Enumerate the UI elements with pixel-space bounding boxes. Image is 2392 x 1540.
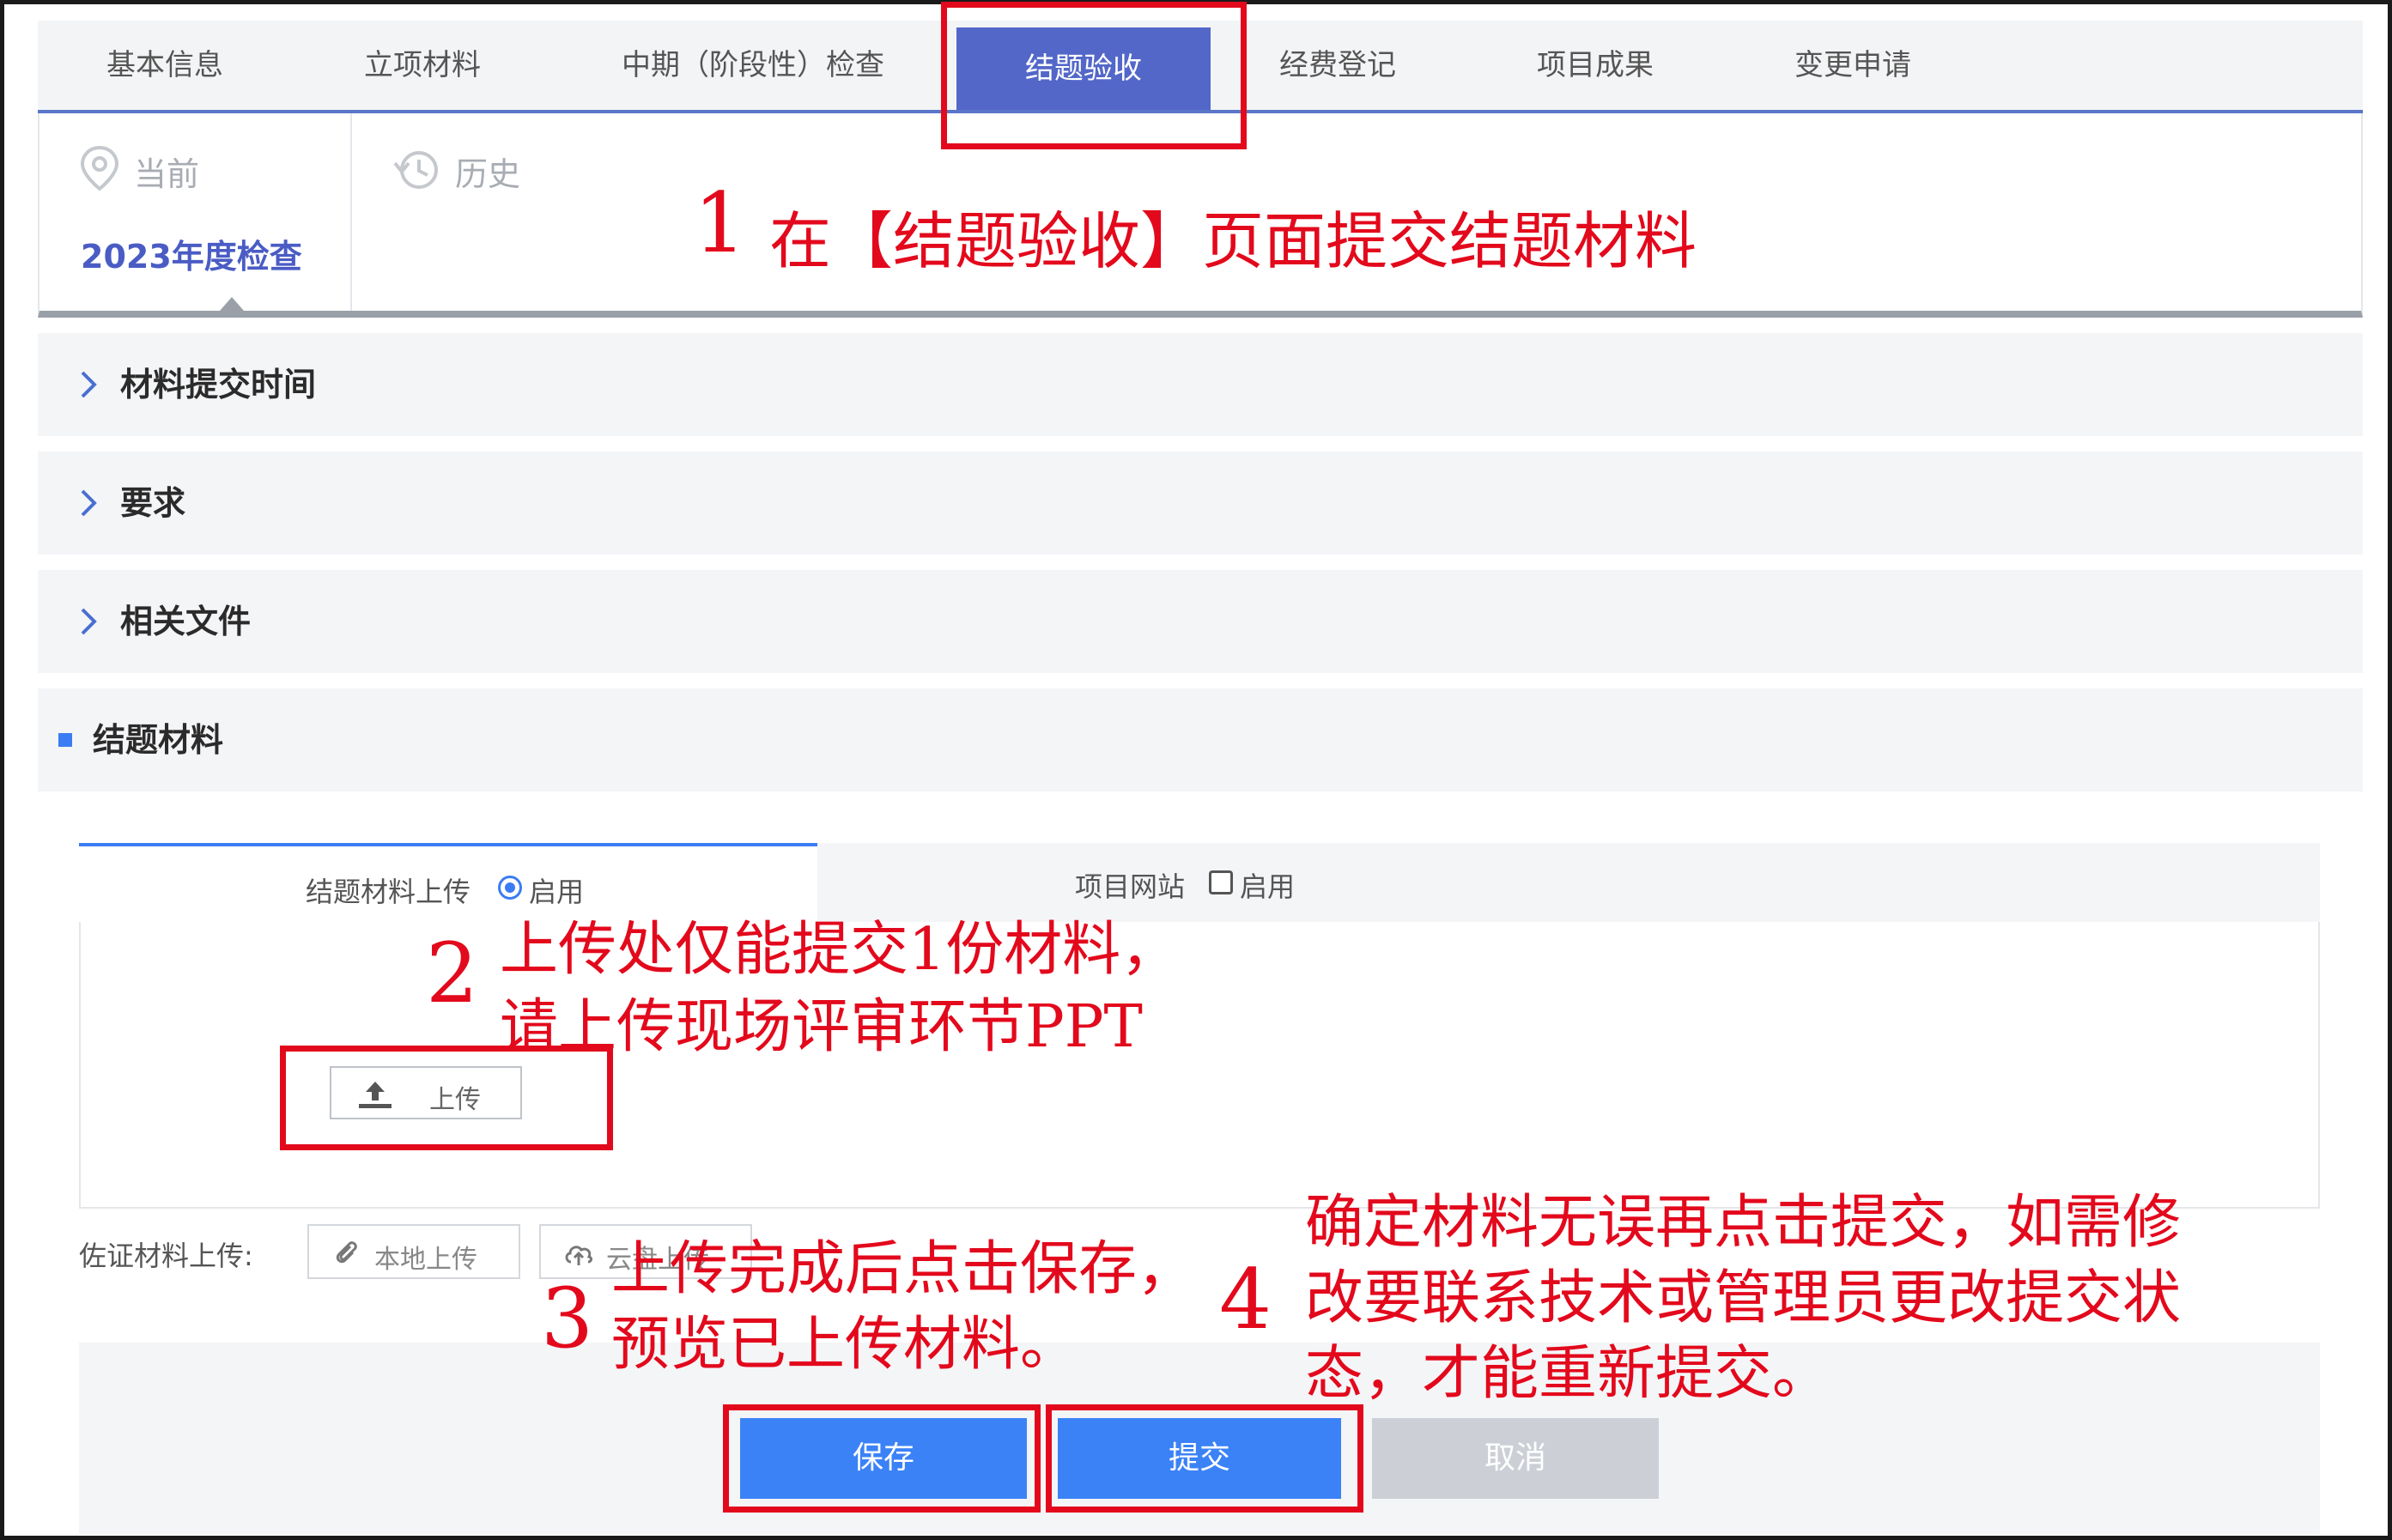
annotation-step4-number: 4	[1219, 1252, 1272, 1348]
annotation-step4-line1: 确定材料无误再点击提交，如需修	[1305, 1189, 2182, 1257]
chevron-right-icon	[81, 489, 97, 517]
material-upload-label: 结题材料上传	[306, 876, 471, 908]
current-year: 2023年度检查	[81, 238, 302, 276]
section-marker	[58, 733, 72, 747]
annotation-step3-line1: 上传完成后点击保存，	[611, 1235, 1196, 1303]
active-indicator	[220, 297, 244, 311]
annotation-step3-number: 3	[541, 1270, 594, 1367]
chevron-right-icon	[81, 608, 97, 635]
annotation-step2-line2: 请上传现场评审环节PPT	[500, 993, 1143, 1061]
history-clock-icon	[393, 151, 438, 189]
tab-project-materials[interactable]: 立项材料	[364, 21, 481, 110]
section-title: 要求	[120, 484, 186, 522]
highlight-save	[723, 1404, 1041, 1513]
tab-change-request[interactable]: 变更申请	[1794, 21, 1911, 110]
annotation-step4-line2: 改要联系技术或管理员更改提交状	[1305, 1264, 2182, 1332]
tab-funding[interactable]: 经费登记	[1279, 21, 1396, 110]
section-final-materials: 结题材料	[38, 688, 2363, 791]
local-upload-label: 本地上传	[374, 1245, 477, 1275]
highlight-final-tab	[941, 2, 1247, 149]
cancel-button: 取消	[1372, 1418, 1659, 1499]
section-title: 材料提交时间	[120, 366, 317, 403]
cloud-upload-icon	[565, 1246, 592, 1265]
annotation-step3-line2: 预览已上传材料。	[611, 1311, 1079, 1379]
annotation-step2-line1: 上传处仅能提交1份材料，	[500, 916, 1180, 984]
tab-results[interactable]: 项目成果	[1537, 21, 1654, 110]
tab-project-website[interactable]: 项目网站	[1075, 865, 1185, 905]
enable-radio-selected[interactable]	[498, 876, 522, 900]
current-label: 当前	[134, 155, 200, 193]
enable-label: 启用	[1240, 870, 1296, 903]
annotation-step2-number: 2	[426, 925, 479, 1022]
current-period[interactable]: 当前 2023年度检查	[39, 113, 352, 311]
location-pin-icon	[80, 145, 119, 191]
annotation-step4-line3: 态，才能重新提交。	[1305, 1340, 1831, 1408]
upload-tabs: 结题材料上传 启用 项目网站 启用	[79, 843, 2320, 922]
history-label[interactable]: 历史	[455, 148, 520, 195]
section-requirements[interactable]: 要求	[38, 452, 2363, 555]
tab-midterm-check[interactable]: 中期（阶段性）检查	[622, 21, 884, 110]
annotation-step1-number: 1	[694, 175, 747, 271]
enable-checkbox[interactable]	[1209, 870, 1233, 894]
evidence-upload-label: 佐证材料上传:	[79, 1240, 253, 1272]
section-title: 结题材料	[93, 721, 224, 759]
annotation-step1-text: 在【结题验收】页面提交结题材料	[769, 205, 1697, 277]
section-related-files[interactable]: 相关文件	[38, 570, 2363, 673]
highlight-submit	[1046, 1404, 1363, 1513]
chevron-right-icon	[81, 371, 97, 398]
local-upload-button[interactable]: 本地上传	[307, 1224, 520, 1279]
tab-basic-info[interactable]: 基本信息	[106, 21, 223, 110]
section-submit-time[interactable]: 材料提交时间	[38, 333, 2363, 436]
paperclip-icon	[336, 1241, 357, 1264]
section-title: 相关文件	[120, 603, 252, 640]
